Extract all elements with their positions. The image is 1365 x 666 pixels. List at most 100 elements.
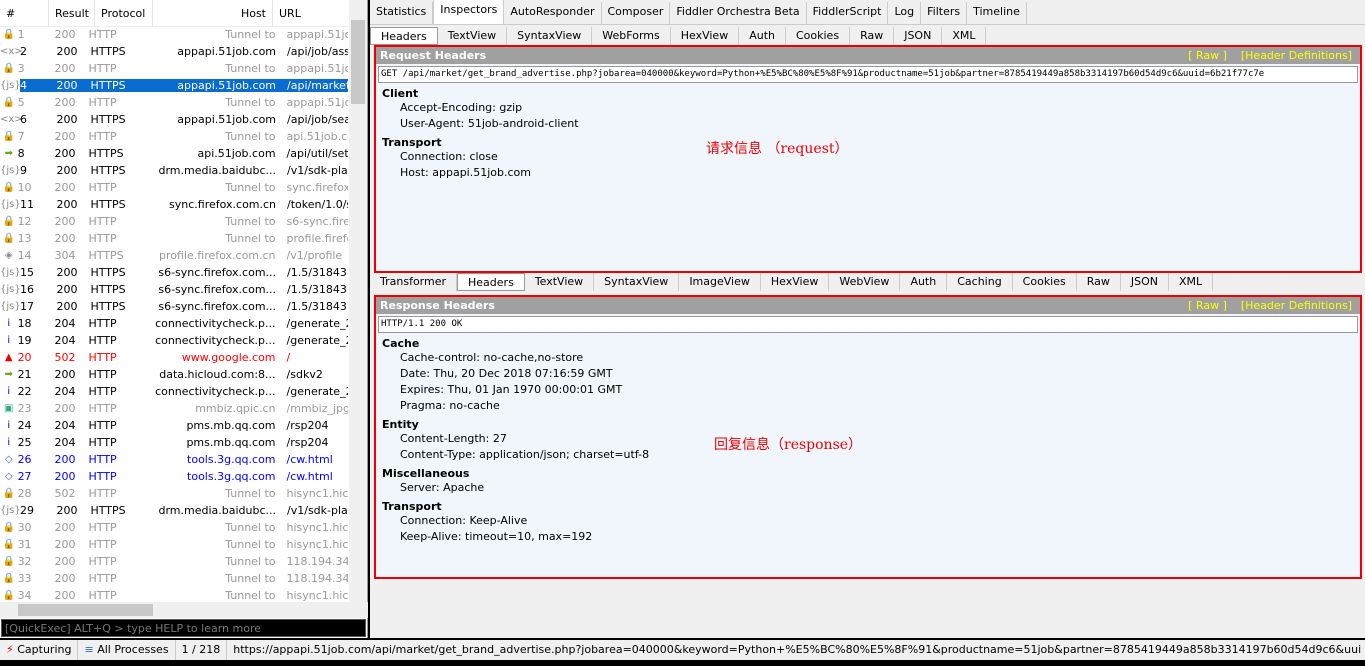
- session-row[interactable]: ◈ 14 304 HTTPS profile.firefox.com.cn/v1/pro…: [0, 247, 348, 264]
- session-row[interactable]: {js} 9 200 HTTPS drm.media.baidubc... /v1/sdk…: [0, 162, 348, 179]
- tab-fiddlerscript[interactable]: FiddlerScript: [807, 2, 889, 24]
- request-subtab-syntaxview[interactable]: SyntaxView: [507, 27, 593, 45]
- session-row[interactable]: {js} 29 200 HTTPS drm.media.baidubc... /v1/sd…: [0, 502, 348, 519]
- cell-h: pms.mb.qq.com: [186, 436, 276, 449]
- response-subtab-raw[interactable]: Raw: [1077, 273, 1121, 291]
- response-subtab-webview[interactable]: WebView: [829, 273, 901, 291]
- request-subtab-cookies[interactable]: Cookies: [786, 27, 851, 45]
- lock-icon: 🔒: [2, 539, 15, 550]
- raw-link[interactable]: [ Raw ]: [1188, 49, 1227, 62]
- capturing-toggle[interactable]: ⚡ Capturing: [0, 640, 79, 660]
- session-row[interactable]: {js} 15 200 HTTPS s6-sync.firefox.com... /1.5…: [0, 264, 348, 281]
- session-row[interactable]: 🔒13 200 HTTP Tunnel to profile.firefox.c: [0, 230, 348, 247]
- tab-log[interactable]: Log: [888, 2, 922, 24]
- request-subtab-xml[interactable]: XML: [942, 27, 987, 45]
- response-subtab-headers[interactable]: Headers: [457, 273, 525, 291]
- session-row[interactable]: 🔒31 200 HTTP Tunnel to hisync1.hicloud: [0, 536, 348, 553]
- image-icon: ▣: [4, 403, 14, 414]
- scroll-thumb[interactable]: [351, 20, 365, 104]
- session-row[interactable]: 🔒3 200 HTTP Tunnel to appapi.51job.com: [0, 60, 348, 77]
- header-item: Expires: Thu, 01 Jan 1970 00:00:01 GMT: [400, 383, 623, 396]
- header-definitions-link[interactable]: [Header Definitions]: [1241, 299, 1352, 312]
- request-subtab-hexview[interactable]: HexView: [671, 27, 740, 45]
- cell-p: HTTP: [88, 96, 117, 109]
- vertical-scrollbar[interactable]: [349, 0, 367, 602]
- raw-link[interactable]: [ Raw ]: [1188, 299, 1227, 312]
- request-subtab-textview[interactable]: TextView: [438, 27, 508, 45]
- session-row[interactable]: 🔒12 200 HTTP Tunnel to s6-sync.firefox: [0, 213, 348, 230]
- session-row[interactable]: 🔒33 200 HTTP Tunnel to 118.194.34.17: [0, 570, 348, 587]
- session-row[interactable]: {js} 17 200 HTTPS s6-sync.firefox.com... /1.5…: [0, 298, 348, 315]
- session-row[interactable]: 🔒7 200 HTTP Tunnel to api.51job.com:: [0, 128, 348, 145]
- cell-h: Tunnel to: [225, 130, 276, 143]
- cell-p: HTTP: [88, 317, 117, 330]
- lock-icon: 🔒: [2, 522, 15, 533]
- session-row[interactable]: ◇ 26 200 HTTP tools.3g.qq.com/cw.html: [0, 451, 348, 468]
- cell-u: /api/util/set_log: [286, 147, 348, 160]
- request-subtab-raw[interactable]: Raw: [850, 27, 895, 45]
- session-row[interactable]: i 22 204 HTTP connectivitycheck.p... /generat…: [0, 383, 348, 400]
- request-subtab-json[interactable]: JSON: [894, 27, 943, 45]
- session-row[interactable]: {js}4200HTTPSappapi.51job.com/api/market…: [0, 77, 348, 94]
- header-item: Connection: Keep-Alive: [400, 514, 528, 527]
- response-headers-title: Response Headers: [380, 299, 495, 312]
- tab-composer[interactable]: Composer: [602, 2, 671, 24]
- session-row[interactable]: ➡ 21 200 HTTP data.hicloud.com:8... /sdkv2: [0, 366, 348, 383]
- session-row[interactable]: ▣23 200 HTTP mmbiz.qpic.cn/mmbiz_jpg/oq: [0, 400, 348, 417]
- session-row[interactable]: 🔒30 200 HTTP Tunnel to hisync1.hicloud: [0, 519, 348, 536]
- cell-n: 25: [17, 436, 32, 449]
- tab-autoresponder[interactable]: AutoResponder: [504, 2, 602, 24]
- cell-p: HTTP: [88, 555, 117, 568]
- session-row[interactable]: 🔒34 200 HTTP Tunnel to hisync1.hicloud: [0, 587, 348, 602]
- session-row[interactable]: 🔒10 200 HTTP Tunnel to sync.firefox.co: [0, 179, 348, 196]
- session-row[interactable]: i 19 204 HTTP connectivitycheck.p... /generat…: [0, 332, 348, 349]
- lock-icon: 🔒: [2, 233, 15, 244]
- quickexec-input[interactable]: [QuickExec] ALT+Q > type HELP to learn m…: [1, 619, 366, 637]
- cell-p: HTTPS: [84, 79, 134, 92]
- session-row[interactable]: 🔒32 200 HTTP Tunnel to 118.194.34.17: [0, 553, 348, 570]
- col-number[interactable]: #: [0, 0, 49, 27]
- session-row[interactable]: ▲ 20 502 HTTP www.google.com /: [0, 349, 348, 366]
- session-row[interactable]: i 18 204 HTTP connectivitycheck.p... /generat…: [0, 315, 348, 332]
- response-subtab-json[interactable]: JSON: [1121, 273, 1170, 291]
- scroll-thumb[interactable]: [18, 604, 153, 616]
- response-subtab-syntaxview[interactable]: SyntaxView: [594, 273, 680, 291]
- request-subtab-headers[interactable]: Headers: [370, 27, 438, 45]
- tab-statistics[interactable]: Statistics: [370, 2, 434, 24]
- session-row[interactable]: ◇ 27 200 HTTP tools.3g.qq.com/cw.html: [0, 468, 348, 485]
- session-row[interactable]: <x> 2 200 HTTPS appapi.51job.com/api/job/ass…: [0, 43, 348, 60]
- response-subtab-xml[interactable]: XML: [1169, 273, 1214, 291]
- request-subtab-auth[interactable]: Auth: [739, 27, 786, 45]
- horizontal-scrollbar[interactable]: [0, 602, 368, 618]
- json-icon: {js}: [0, 267, 21, 278]
- response-subtab-caching[interactable]: Caching: [947, 273, 1013, 291]
- session-row[interactable]: 🔒5 200 HTTP Tunnel to appapi.51job.c: [0, 94, 348, 111]
- tab-inspectors[interactable]: Inspectors: [433, 0, 505, 24]
- session-row[interactable]: ➡ 8 200 HTTPS api.51job.com/api/util/set_log: [0, 145, 348, 162]
- header-group: Miscellaneous: [382, 467, 470, 480]
- status-url: https://appapi.51job.com/api/market/get_…: [233, 643, 1362, 656]
- request-subtab-webforms[interactable]: WebForms: [592, 27, 671, 45]
- response-subtab-imageview[interactable]: ImageView: [679, 273, 761, 291]
- session-row[interactable]: i 25 204 HTTP pms.mb.qq.com/rsp204: [0, 434, 348, 451]
- tab-fiddler-orchestra-beta[interactable]: Fiddler Orchestra Beta: [670, 2, 807, 24]
- session-row[interactable]: 🔒28 502 HTTP Tunnel to hisync1.hicloud: [0, 485, 348, 502]
- session-row[interactable]: {js} 11 200 HTTPS sync.firefox.com.cn/token/…: [0, 196, 348, 213]
- response-subtab-textview[interactable]: TextView: [525, 273, 595, 291]
- response-subtab-transformer[interactable]: Transformer: [370, 273, 458, 291]
- session-row[interactable]: i 24 204 HTTP pms.mb.qq.com/rsp204: [0, 417, 348, 434]
- response-subtab-auth[interactable]: Auth: [900, 273, 948, 291]
- response-subtab-hexview[interactable]: HexView: [761, 273, 830, 291]
- header-definitions-link[interactable]: [Header Definitions]: [1241, 49, 1352, 62]
- tab-filters[interactable]: Filters: [921, 2, 968, 24]
- col-result[interactable]: Result: [49, 0, 95, 27]
- col-host[interactable]: Host: [153, 0, 273, 27]
- process-filter[interactable]: ≡ All Processes: [78, 640, 176, 660]
- response-subtab-cookies[interactable]: Cookies: [1013, 273, 1077, 291]
- tab-timeline[interactable]: Timeline: [967, 2, 1027, 24]
- col-protocol[interactable]: Protocol: [95, 0, 153, 27]
- col-url[interactable]: URL: [273, 0, 348, 27]
- session-row[interactable]: <x> 6 200 HTTPS appapi.51job.com/api/job/sea…: [0, 111, 348, 128]
- session-row[interactable]: {js} 16 200 HTTPS s6-sync.firefox.com... /1.5…: [0, 281, 348, 298]
- session-row[interactable]: 🔒1 200 HTTP Tunnel to appapi.51job.com:443: [0, 26, 348, 43]
